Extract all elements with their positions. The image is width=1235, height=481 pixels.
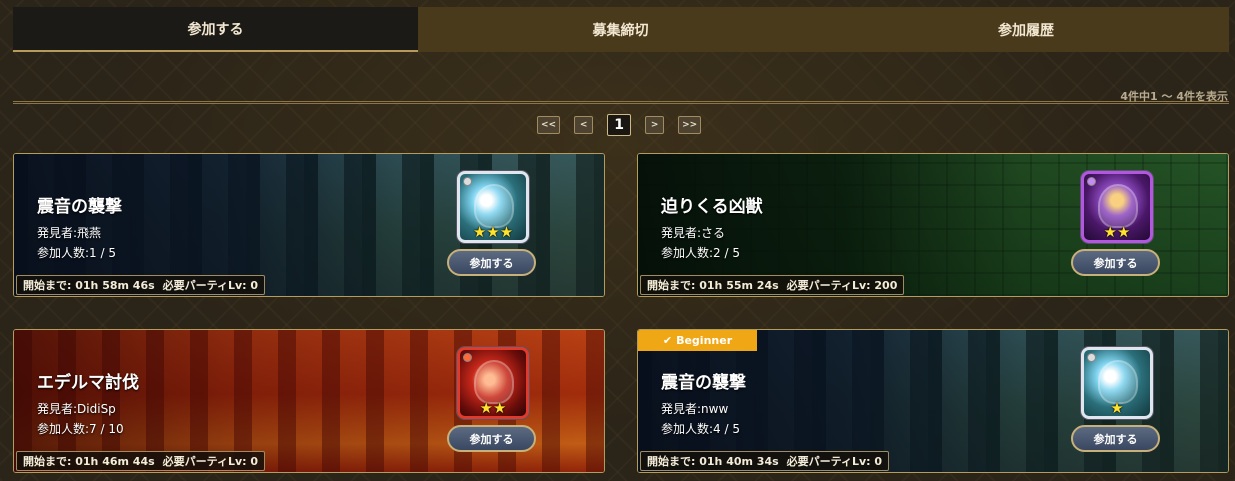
- raid-card[interactable]: 迫りくる凶獣 発見者:さる 参加人数:2 / 5 ★★ 参加する 開始まで: 0…: [637, 153, 1229, 297]
- required-level: 必要パーティLv: 0: [162, 455, 259, 468]
- badge-label: Beginner: [676, 334, 733, 347]
- discoverer-label: 発見者:さる: [661, 226, 726, 240]
- result-count: 4件中1 ～ 4件を表示: [1120, 90, 1228, 103]
- raid-details: 発見者:さる 参加人数:2 / 5: [661, 223, 740, 263]
- monster-silhouette: [474, 184, 514, 228]
- rarity-stars: ★: [1110, 399, 1124, 417]
- tab-closed[interactable]: 募集締切: [418, 7, 823, 52]
- next-page-button[interactable]: >: [645, 116, 665, 134]
- join-button[interactable]: 参加する: [1071, 425, 1160, 452]
- raid-title: 震音の襲撃: [661, 373, 746, 393]
- raid-details: 発見者:DidiSp 参加人数:7 / 10: [37, 399, 124, 439]
- raid-card[interactable]: ✔ Beginner 震音の襲撃 発見者:nww 参加人数:4 / 5 ★ 参加…: [637, 329, 1229, 473]
- tab-join[interactable]: 参加する: [13, 7, 418, 52]
- dark-monster-icon[interactable]: ★★: [1081, 171, 1153, 243]
- first-page-button[interactable]: <<: [537, 116, 561, 134]
- discoverer-label: 発見者:nww: [661, 402, 729, 416]
- raid-footer: 開始まで: 01h 58m 46s 必要パーティLv: 0: [16, 275, 266, 295]
- sprout-icon: ✔: [662, 334, 673, 347]
- tab-bar: 参加する 募集締切 参加履歴: [13, 7, 1229, 52]
- required-level: 必要パーティLv: 0: [162, 279, 259, 292]
- start-countdown: 開始まで: 01h 46m 44s: [23, 455, 155, 468]
- participants-label: 参加人数:2 / 5: [661, 246, 740, 260]
- element-orb-icon: [463, 353, 472, 362]
- pagination: << < 1 > >>: [537, 114, 715, 136]
- last-page-button[interactable]: >>: [678, 116, 702, 134]
- element-orb-icon: [1087, 353, 1096, 362]
- start-countdown: 開始まで: 01h 55m 24s: [647, 279, 779, 292]
- wind-monster-icon[interactable]: ★★★: [457, 171, 529, 243]
- raid-title: 震音の襲撃: [37, 197, 122, 217]
- start-countdown: 開始まで: 01h 58m 46s: [23, 279, 155, 292]
- raid-title: 迫りくる凶獣: [661, 197, 763, 217]
- raid-footer: 開始まで: 01h 40m 34s 必要パーティLv: 0: [640, 451, 890, 471]
- divider: [13, 101, 1229, 104]
- raid-footer: 開始まで: 01h 55m 24s 必要パーティLv: 200: [640, 275, 905, 295]
- raid-footer: 開始まで: 01h 46m 44s 必要パーティLv: 0: [16, 451, 266, 471]
- join-button[interactable]: 参加する: [447, 425, 536, 452]
- raid-details: 発見者:nww 参加人数:4 / 5: [661, 399, 740, 439]
- rarity-stars: ★★: [479, 399, 507, 417]
- participants-label: 参加人数:1 / 5: [37, 246, 116, 260]
- element-orb-icon: [1087, 177, 1096, 186]
- join-button[interactable]: 参加する: [447, 249, 536, 276]
- required-level: 必要パーティLv: 200: [786, 279, 898, 292]
- monster-silhouette: [1098, 360, 1138, 404]
- raid-details: 発見者:飛燕 参加人数:1 / 5: [37, 223, 116, 263]
- participants-label: 参加人数:7 / 10: [37, 422, 124, 436]
- start-countdown: 開始まで: 01h 40m 34s: [647, 455, 779, 468]
- tab-history[interactable]: 参加履歴: [823, 7, 1229, 52]
- join-button[interactable]: 参加する: [1071, 249, 1160, 276]
- current-page-button[interactable]: 1: [607, 114, 632, 136]
- raid-title: エデルマ討伐: [37, 373, 139, 393]
- beginner-badge: ✔ Beginner: [638, 330, 757, 351]
- discoverer-label: 発見者:飛燕: [37, 226, 102, 240]
- discoverer-label: 発見者:DidiSp: [37, 402, 116, 416]
- raid-card[interactable]: 震音の襲撃 発見者:飛燕 参加人数:1 / 5 ★★★ 参加する 開始まで: 0…: [13, 153, 605, 297]
- monster-silhouette: [1098, 184, 1138, 228]
- monster-silhouette: [474, 360, 514, 404]
- rarity-stars: ★★: [1103, 223, 1131, 241]
- element-orb-icon: [463, 177, 472, 186]
- raid-card[interactable]: エデルマ討伐 発見者:DidiSp 参加人数:7 / 10 ★★ 参加する 開始…: [13, 329, 605, 473]
- prev-page-button[interactable]: <: [574, 116, 594, 134]
- rarity-stars: ★★★: [472, 223, 514, 241]
- required-level: 必要パーティLv: 0: [786, 455, 883, 468]
- participants-label: 参加人数:4 / 5: [661, 422, 740, 436]
- fire-monster-icon[interactable]: ★★: [457, 347, 529, 419]
- wind-monster-icon[interactable]: ★: [1081, 347, 1153, 419]
